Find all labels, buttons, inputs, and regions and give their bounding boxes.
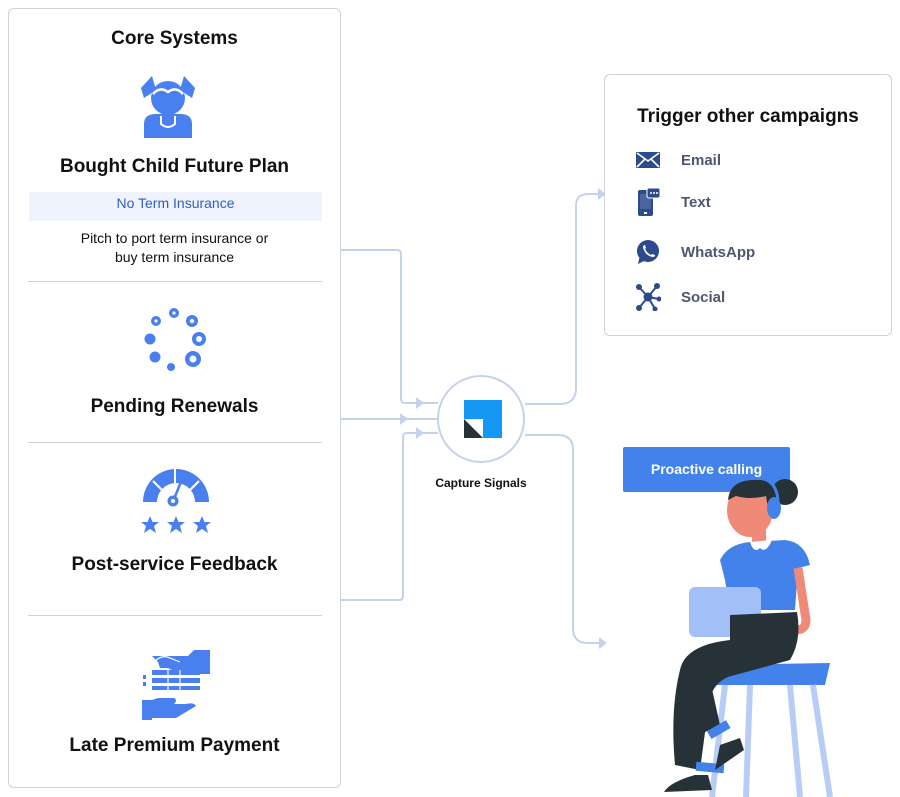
connector-proactive: [525, 434, 600, 644]
loading-dots-icon: [144, 308, 206, 371]
section-divider: [28, 281, 322, 282]
channel-social[interactable]: Social: [634, 283, 726, 311]
hand-payment-icon: [142, 650, 210, 720]
description-line: Pitch to port term insurance or: [80, 230, 269, 246]
child-girl-icon: [141, 76, 195, 138]
mobile-chat-icon: [634, 188, 662, 216]
logo-square-icon: [464, 400, 502, 438]
channel-label: Social: [681, 288, 726, 306]
whatsapp-icon: [634, 239, 662, 265]
channel-text[interactable]: Text: [634, 188, 711, 216]
section-title-feedback: Post-service Feedback: [71, 554, 278, 575]
channel-label: WhatsApp: [681, 243, 756, 261]
section-divider: [28, 615, 322, 616]
connector-trigger: [525, 193, 600, 405]
core-systems-title: Core Systems: [111, 28, 238, 49]
section-title-child-plan: Bought Child Future Plan: [59, 156, 290, 177]
arrow-head: [416, 397, 424, 409]
envelope-icon: [634, 147, 662, 173]
network-icon: [634, 283, 662, 311]
connector-feedback: [341, 432, 438, 601]
agent-illustration: [664, 476, 833, 797]
channel-label: Email: [681, 151, 722, 169]
channel-email[interactable]: Email: [634, 147, 721, 173]
gauge-rating-icon: [141, 468, 211, 533]
arrow-head: [400, 413, 408, 425]
stool-icon: [709, 663, 833, 797]
section-divider: [28, 442, 322, 443]
no-term-insurance-badge: No Term Insurance: [29, 192, 322, 221]
description-line: buy term insurance: [114, 249, 235, 265]
section-title-renewals: Pending Renewals: [90, 396, 259, 417]
section-title-late-payment: Late Premium Payment: [69, 735, 280, 756]
capture-signals-label: Capture Signals: [435, 476, 527, 490]
connector-child-plan: [341, 249, 438, 404]
arrow-head: [416, 427, 424, 439]
trigger-campaigns-title: Trigger other campaigns: [637, 106, 859, 127]
channel-label: Text: [681, 193, 711, 211]
section-description: Pitch to port term insurance or buy term…: [8, 229, 341, 267]
channel-whatsapp[interactable]: WhatsApp: [634, 239, 755, 265]
